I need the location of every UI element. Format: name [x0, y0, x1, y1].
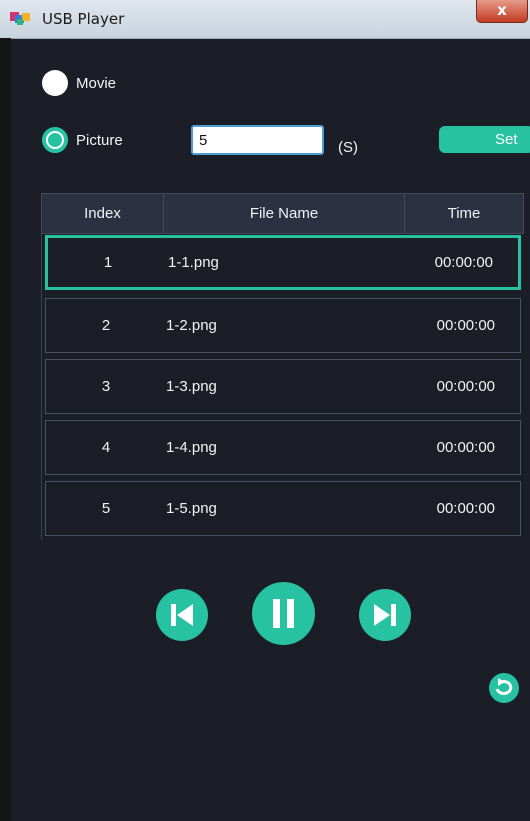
movie-radio[interactable]: [42, 70, 68, 96]
row-file-name: 1-3.png: [166, 378, 217, 395]
close-button[interactable]: x: [476, 0, 528, 23]
set-button[interactable]: Set: [439, 126, 530, 153]
previous-button[interactable]: [156, 589, 208, 641]
row-index: 1: [103, 254, 113, 271]
table-row[interactable]: 1 1-1.png 00:00:00: [45, 235, 521, 290]
table-row[interactable]: 2 1-2.png 00:00:00: [45, 298, 521, 353]
row-time: 00:00:00: [434, 254, 493, 271]
picture-radio[interactable]: [42, 127, 68, 153]
close-icon: x: [497, 1, 507, 19]
row-time: 00:00:00: [436, 317, 495, 334]
skip-next-icon: [374, 604, 396, 626]
row-time: 00:00:00: [436, 439, 495, 456]
table-row[interactable]: 4 1-4.png 00:00:00: [45, 420, 521, 475]
next-button[interactable]: [359, 589, 411, 641]
column-header-file-name[interactable]: File Name: [164, 194, 405, 233]
row-index: 4: [101, 439, 111, 456]
table-row[interactable]: 3 1-3.png 00:00:00: [45, 359, 521, 414]
movie-radio-label[interactable]: Movie: [76, 75, 116, 92]
file-table-body: 1 1-1.png 00:00:00 2 1-2.png 00:00:00 3 …: [41, 234, 525, 540]
seconds-unit-label: (S): [338, 139, 358, 156]
column-header-time[interactable]: Time: [405, 194, 523, 233]
row-file-name: 1-4.png: [166, 439, 217, 456]
row-file-name: 1-5.png: [166, 500, 217, 517]
row-time: 00:00:00: [436, 378, 495, 395]
column-header-index[interactable]: Index: [42, 194, 164, 233]
pause-button[interactable]: [252, 582, 315, 645]
interval-seconds-input[interactable]: [191, 125, 324, 155]
row-index: 2: [101, 317, 111, 334]
row-file-name: 1-2.png: [166, 317, 217, 334]
set-button-label: Set: [495, 131, 518, 148]
usb-player-app-icon: [10, 11, 32, 27]
window-title: USB Player: [42, 10, 125, 28]
loop-button[interactable]: [489, 673, 519, 703]
row-index: 5: [101, 500, 111, 517]
pause-icon: [273, 599, 294, 628]
file-table-header: Index File Name Time: [41, 193, 524, 234]
table-row[interactable]: 5 1-5.png 00:00:00: [45, 481, 521, 536]
picture-radio-label[interactable]: Picture: [76, 132, 123, 149]
row-index: 3: [101, 378, 111, 395]
row-file-name: 1-1.png: [168, 254, 219, 271]
repeat-icon: [495, 678, 513, 695]
row-time: 00:00:00: [436, 500, 495, 517]
skip-previous-icon: [171, 604, 193, 626]
title-bar: USB Player x: [0, 0, 530, 39]
window-left-edge: [0, 38, 11, 821]
